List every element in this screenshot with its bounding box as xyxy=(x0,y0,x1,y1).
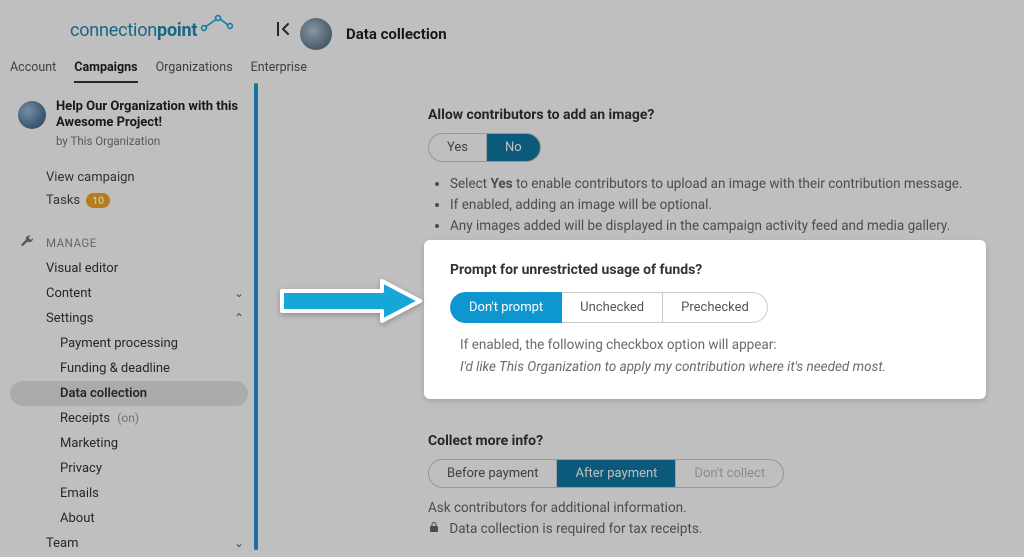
menu-privacy[interactable]: Privacy xyxy=(0,456,258,481)
menu-content[interactable]: Content⌄ xyxy=(0,281,258,306)
sidebar-scrollbar[interactable] xyxy=(254,83,258,550)
collect-more-toggle: Before payment After payment Don't colle… xyxy=(428,459,784,488)
campaign-byline: by This Organization xyxy=(56,134,244,148)
collect-more-desc2: Data collection is required for tax rece… xyxy=(428,519,984,541)
prompt-funds-heading: Prompt for unrestricted usage of funds? xyxy=(450,262,960,278)
prompt-funds-example: I'd like This Organization to apply my c… xyxy=(450,359,960,375)
wrench-icon xyxy=(20,234,34,251)
logo-text-part1: connection xyxy=(70,20,157,41)
prompt-funds-card: Prompt for unrestricted usage of funds? … xyxy=(424,240,986,399)
top-nav: Account Campaigns Organizations Enterpri… xyxy=(0,56,1024,83)
menu-funding-deadline[interactable]: Funding & deadline xyxy=(0,356,258,381)
collect-more-desc1: Ask contributors for additional informat… xyxy=(428,498,984,520)
allow-image-no[interactable]: No xyxy=(486,134,540,161)
chevron-up-icon: ⌃ xyxy=(234,311,244,325)
collapse-sidebar-icon[interactable] xyxy=(274,20,292,42)
menu-visual-editor[interactable]: Visual editor xyxy=(0,256,258,281)
menu-team[interactable]: Team⌄ xyxy=(0,531,258,556)
allow-image-heading: Allow contributors to add an image? xyxy=(428,107,984,123)
menu-marketing[interactable]: Marketing xyxy=(0,431,258,456)
tab-campaigns[interactable]: Campaigns xyxy=(74,60,137,83)
page-title: Data collection xyxy=(346,25,447,43)
menu-about[interactable]: About xyxy=(0,506,258,531)
collect-after-payment[interactable]: After payment xyxy=(556,460,675,487)
allow-image-toggle: Yes No xyxy=(428,133,541,162)
tasks-label: Tasks xyxy=(46,193,80,208)
prompt-funds-dont-prompt[interactable]: Don't prompt xyxy=(450,292,562,323)
menu-data-collection[interactable]: Data collection xyxy=(10,381,248,406)
collect-before-payment[interactable]: Before payment xyxy=(429,460,556,487)
prompt-funds-sub: If enabled, the following checkbox optio… xyxy=(450,337,960,353)
lock-icon xyxy=(428,521,443,537)
tab-account[interactable]: Account xyxy=(10,60,56,83)
logo-network-icon xyxy=(200,14,234,37)
allow-image-yes[interactable]: Yes xyxy=(429,134,486,161)
callout-arrow-icon xyxy=(276,277,426,329)
manage-label: MANAGE xyxy=(46,236,97,250)
prompt-funds-unchecked[interactable]: Unchecked xyxy=(562,292,663,323)
campaign-title: Help Our Organization with this Awesome … xyxy=(56,99,244,132)
collect-dont-collect[interactable]: Don't collect xyxy=(675,460,783,487)
logo-text-part2: point xyxy=(157,20,197,41)
sidebar: Help Our Organization with this Awesome … xyxy=(0,83,258,550)
menu-settings[interactable]: Settings⌃ xyxy=(0,306,258,331)
menu-emails[interactable]: Emails xyxy=(0,481,258,506)
chevron-down-icon: ⌄ xyxy=(234,286,244,300)
collect-more-heading: Collect more info? xyxy=(428,433,984,449)
view-campaign-link[interactable]: View campaign xyxy=(46,166,258,189)
menu-receipts[interactable]: Receipts (on) xyxy=(0,406,258,431)
menu-payment-processing[interactable]: Payment processing xyxy=(0,331,258,356)
chevron-down-icon: ⌄ xyxy=(234,536,244,550)
brand-logo: connectionpoint xyxy=(70,20,234,43)
prompt-funds-prechecked[interactable]: Prechecked xyxy=(663,292,768,323)
allow-image-notes: Select Yes to enable contributors to upl… xyxy=(450,174,984,237)
tab-enterprise[interactable]: Enterprise xyxy=(251,60,307,83)
prompt-funds-toggle: Don't prompt Unchecked Prechecked xyxy=(450,292,768,323)
tasks-count-badge: 10 xyxy=(86,193,110,208)
tasks-link[interactable]: Tasks 10 xyxy=(46,189,258,212)
campaign-avatar xyxy=(18,101,46,129)
tab-organizations[interactable]: Organizations xyxy=(156,60,233,83)
page-avatar xyxy=(300,18,332,50)
